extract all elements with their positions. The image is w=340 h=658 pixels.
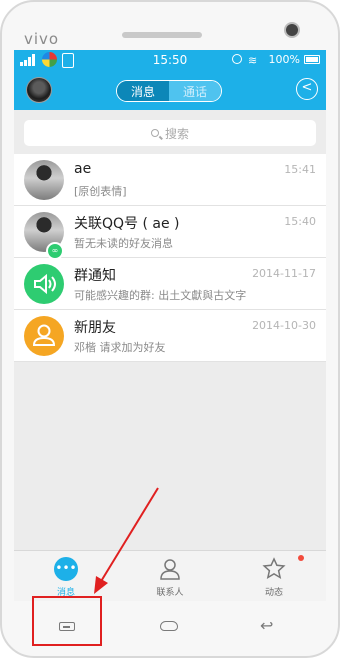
back-arrow-icon[interactable]: < xyxy=(296,78,318,100)
conversation-preview: [原创表情] xyxy=(74,185,127,198)
back-button[interactable]: ↩ xyxy=(240,611,300,641)
front-camera xyxy=(286,24,298,36)
speaker-icon xyxy=(34,273,56,295)
contact-avatar xyxy=(24,160,64,200)
brand-logo: vivo xyxy=(24,30,60,48)
tab-calls[interactable]: 通话 xyxy=(169,81,221,101)
search-input[interactable]: 搜索 xyxy=(24,120,316,146)
conversation-row[interactable]: ∞ 关联QQ号 ( ae ) 暂无未读的好友消息 15:40 xyxy=(14,206,326,260)
star-icon xyxy=(262,557,286,580)
alarm-icon xyxy=(232,54,242,64)
search-area: 搜索 xyxy=(14,110,326,154)
search-placeholder: 搜索 xyxy=(164,126,189,141)
conversation-title: ae xyxy=(74,161,92,177)
contact-icon xyxy=(160,559,180,580)
wifi-icon: ≋ xyxy=(248,54,258,67)
group-notice-avatar xyxy=(24,264,64,304)
person-icon xyxy=(32,324,56,346)
conversation-time: 2014-11-17 xyxy=(252,267,316,280)
notification-dot xyxy=(298,555,304,561)
status-bar: 15:50 ≋ 100% xyxy=(14,50,326,70)
conversation-row[interactable]: 新朋友 邓楷 请求加为好友 2014-10-30 xyxy=(14,310,326,362)
conversation-row[interactable]: 群通知 可能感兴趣的群: 出土文獻與古文字 2014-11-17 xyxy=(14,258,326,310)
chat-bubble-icon: ••• xyxy=(54,557,78,581)
tab-label: 动态 xyxy=(264,588,283,598)
conversation-preview: 邓楷 请求加为好友 xyxy=(74,341,166,354)
phone-screen: 15:50 ≋ 100% 消息 通话 < 搜索 ae [原创表情] 15:41 … xyxy=(14,50,326,601)
phone-top-bezel: vivo xyxy=(2,2,338,50)
conversation-title: 关联QQ号 ( ae ) xyxy=(74,216,180,232)
tab-label: 联系人 xyxy=(156,588,184,598)
new-friend-avatar xyxy=(24,316,64,356)
earpiece-speaker xyxy=(122,32,202,38)
back-icon: ↩ xyxy=(260,616,274,635)
conversation-time: 15:41 xyxy=(284,163,316,176)
conversation-list: ae [原创表情] 15:41 ∞ 关联QQ号 ( ae ) 暂无未读的好友消息… xyxy=(14,154,326,362)
tab-bar-moments[interactable]: 动态 xyxy=(222,551,326,601)
conversation-title: 新朋友 xyxy=(74,320,116,336)
conversation-preview: 暂无未读的好友消息 xyxy=(74,237,173,250)
bottom-tab-bar: ••• 消息 联系人 动态 xyxy=(14,550,326,601)
annotation-highlight-box xyxy=(32,596,102,646)
tab-bar-contacts[interactable]: 联系人 xyxy=(118,551,222,601)
linked-qq-avatar: ∞ xyxy=(24,212,64,260)
battery-icon xyxy=(304,55,320,64)
conversation-row[interactable]: ae [原创表情] 15:41 xyxy=(14,154,326,206)
conversation-preview: 可能感兴趣的群: 出土文獻與古文字 xyxy=(74,289,247,302)
tab-bar-messages[interactable]: ••• 消息 xyxy=(14,551,118,601)
conversation-time: 15:40 xyxy=(284,215,316,228)
conversation-time: 2014-10-30 xyxy=(252,319,316,332)
conversation-title: 群通知 xyxy=(74,268,116,284)
header-tab-switch: 消息 通话 xyxy=(116,80,222,102)
home-button[interactable] xyxy=(140,611,200,641)
my-avatar[interactable] xyxy=(26,77,52,103)
home-icon xyxy=(160,621,178,631)
app-header: 消息 通话 < xyxy=(14,70,326,110)
search-icon xyxy=(150,129,159,137)
tab-messages[interactable]: 消息 xyxy=(117,81,169,101)
battery-percent: 100% xyxy=(268,53,300,66)
